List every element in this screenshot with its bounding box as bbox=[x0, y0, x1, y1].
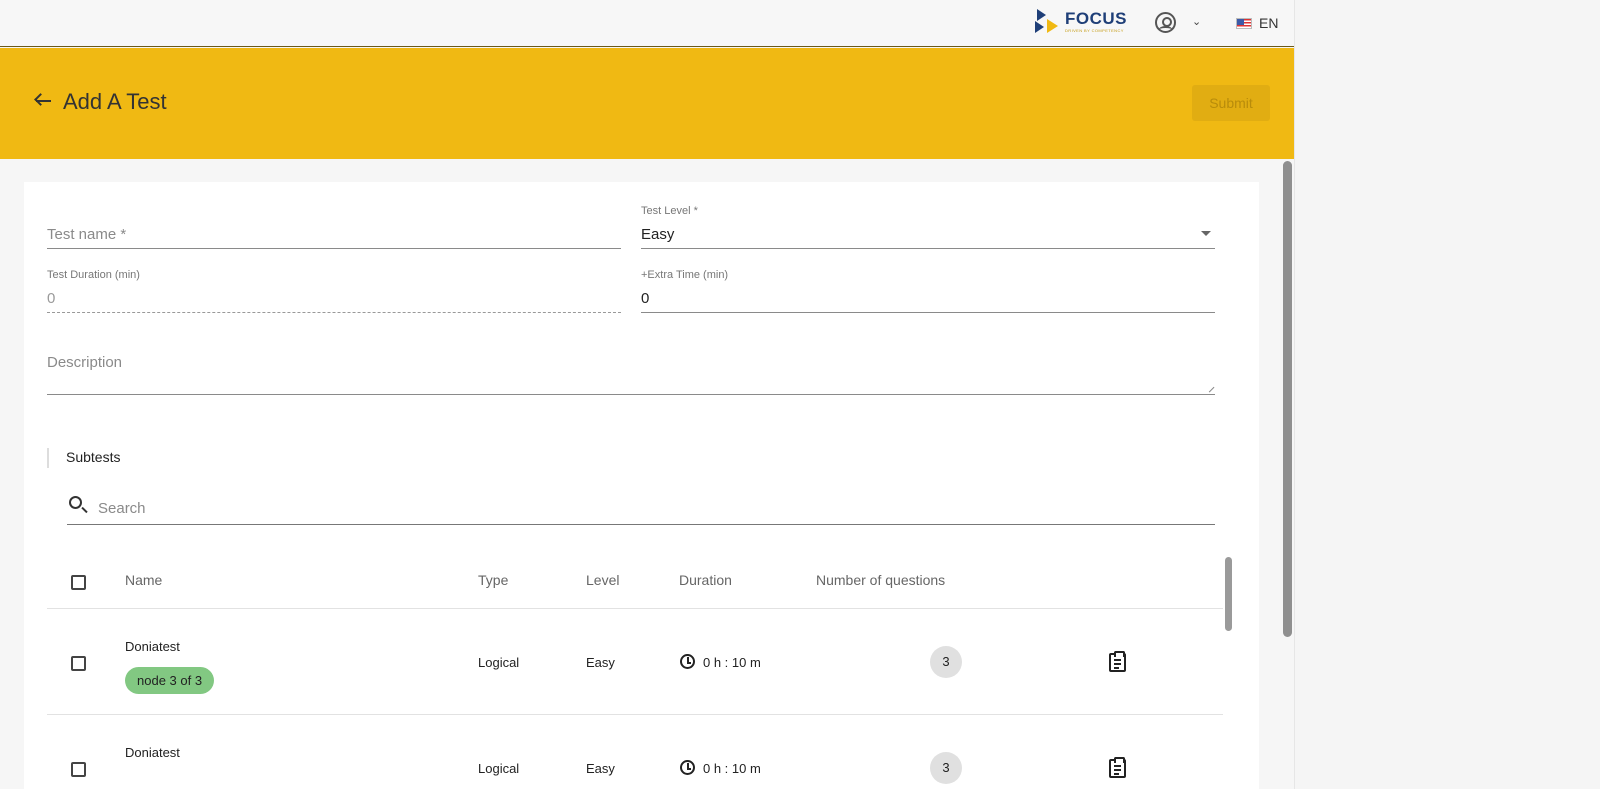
focus-logo-mark-icon bbox=[1035, 9, 1061, 35]
subtests-section-label: Subtests bbox=[47, 448, 120, 468]
column-duration[interactable]: Duration bbox=[679, 572, 732, 588]
description-placeholder: Description bbox=[47, 354, 123, 371]
table-row[interactable]: Doniatest Logical Easy 0 h : 10 m 3 bbox=[47, 715, 1223, 789]
description-textarea[interactable]: Description bbox=[47, 350, 1215, 395]
question-count-badge: 3 bbox=[930, 646, 962, 678]
page-title: Add A Test bbox=[63, 89, 167, 114]
column-type[interactable]: Type bbox=[478, 572, 508, 588]
test-duration-field: Test Duration (min) 0 bbox=[47, 267, 621, 313]
search-icon bbox=[69, 496, 82, 509]
account-circle-icon[interactable] bbox=[1155, 12, 1176, 33]
table-header: Name Type Level Duration Number of quest… bbox=[47, 553, 1223, 609]
test-duration-value: 0 bbox=[47, 290, 56, 307]
brand-name: FOCUS bbox=[1065, 9, 1127, 28]
dropdown-arrow-icon bbox=[1201, 231, 1211, 236]
table-row[interactable]: Doniatest node 3 of 3 Logical Easy 0 h :… bbox=[47, 609, 1223, 715]
focus-logo[interactable]: FOCUS DRIVEN BY COMPETENCY bbox=[1035, 9, 1127, 35]
clock-icon bbox=[680, 760, 695, 775]
select-all-checkbox[interactable] bbox=[71, 575, 86, 590]
test-level-label: Test Level * bbox=[641, 205, 698, 217]
row-duration: 0 h : 10 m bbox=[703, 761, 761, 776]
row-checkbox[interactable] bbox=[71, 762, 86, 777]
test-name-field[interactable]: Test name * bbox=[47, 222, 621, 249]
submit-button[interactable]: Submit bbox=[1192, 85, 1270, 121]
clipboard-icon[interactable] bbox=[1109, 651, 1126, 672]
clock-icon bbox=[680, 654, 695, 669]
row-level: Easy bbox=[586, 761, 615, 776]
test-name-placeholder: Test name * bbox=[47, 226, 127, 243]
row-name: Doniatest bbox=[125, 745, 180, 760]
app-window: FOCUS DRIVEN BY COMPETENCY ⌄ EN Add A Te… bbox=[0, 0, 1294, 789]
chevron-down-icon[interactable]: ⌄ bbox=[1192, 15, 1201, 28]
top-bar: FOCUS DRIVEN BY COMPETENCY ⌄ EN bbox=[0, 0, 1294, 47]
empty-side-area bbox=[1294, 0, 1600, 789]
resize-handle-icon[interactable] bbox=[1204, 382, 1215, 393]
extra-time-field[interactable]: +Extra Time (min) 0 bbox=[641, 267, 1215, 313]
extra-time-value: 0 bbox=[641, 290, 650, 307]
row-type: Logical bbox=[478, 655, 520, 670]
subtests-search[interactable]: Search bbox=[67, 494, 1215, 525]
column-number-of-questions[interactable]: Number of questions bbox=[816, 572, 945, 588]
node-tag: node 3 of 3 bbox=[125, 667, 215, 694]
page-scrollbar[interactable] bbox=[1283, 161, 1292, 637]
row-duration: 0 h : 10 m bbox=[703, 655, 761, 670]
page-header bbox=[0, 48, 1294, 159]
language-selector[interactable]: EN bbox=[1259, 15, 1278, 31]
row-level: Easy bbox=[586, 655, 615, 670]
back-arrow-icon[interactable] bbox=[34, 92, 52, 110]
us-flag-icon[interactable] bbox=[1236, 18, 1252, 29]
column-level[interactable]: Level bbox=[586, 572, 619, 588]
column-name[interactable]: Name bbox=[125, 572, 162, 588]
test-level-value: Easy bbox=[641, 226, 675, 243]
row-checkbox[interactable] bbox=[71, 656, 86, 671]
test-duration-label: Test Duration (min) bbox=[47, 269, 140, 281]
test-level-select[interactable]: Test Level * Easy bbox=[641, 203, 1215, 249]
search-input[interactable]: Search bbox=[98, 500, 146, 517]
row-type: Logical bbox=[478, 761, 520, 776]
brand-tagline: DRIVEN BY COMPETENCY bbox=[1065, 28, 1124, 33]
row-name: Doniatest bbox=[125, 639, 180, 654]
question-count-badge: 3 bbox=[930, 752, 962, 784]
clipboard-icon[interactable] bbox=[1109, 757, 1126, 778]
table-scrollbar[interactable] bbox=[1225, 557, 1232, 631]
extra-time-label: +Extra Time (min) bbox=[641, 269, 729, 281]
